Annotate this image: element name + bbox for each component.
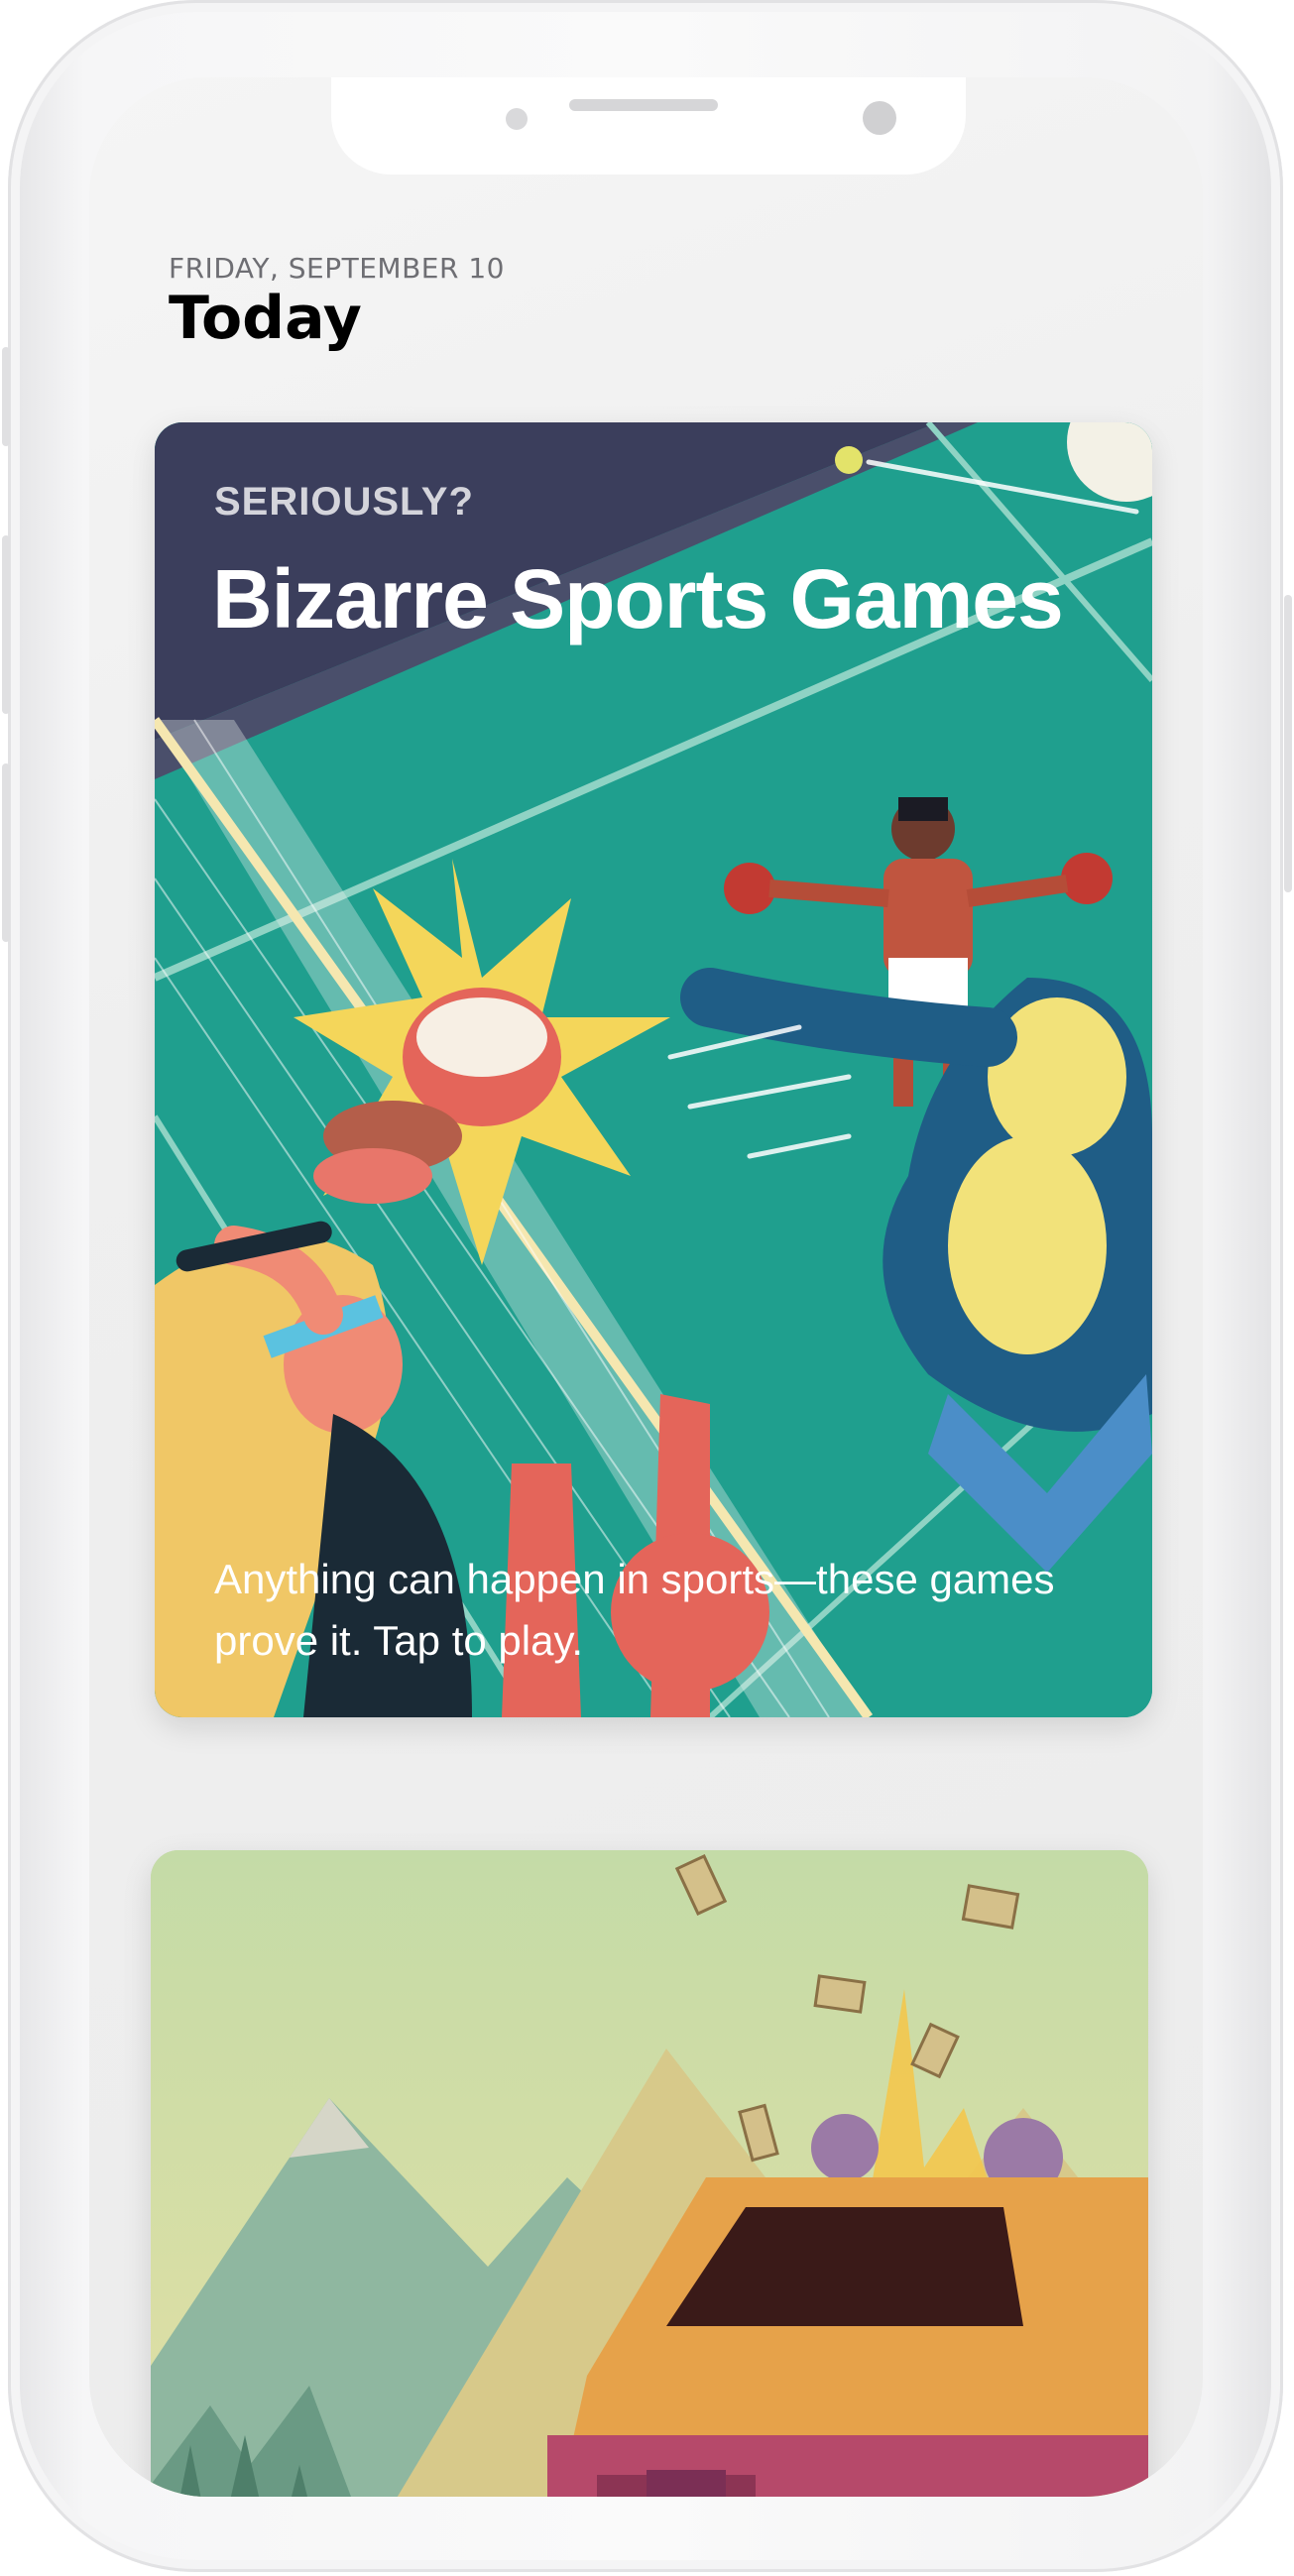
volume-down-button [2, 763, 10, 942]
silent-switch [2, 347, 10, 446]
earpiece-speaker [569, 99, 718, 111]
story-card-second[interactable] [151, 1850, 1148, 2497]
notch [331, 77, 966, 175]
mountain-van-illustration [151, 1850, 1148, 2497]
story-card-bizarre-sports[interactable]: SERIOUSLY? Bizarre Sports Games Anything… [155, 422, 1152, 1717]
card-eyebrow: SERIOUSLY? [214, 480, 474, 524]
proximity-sensor-icon [506, 108, 528, 130]
card-subtitle: Anything can happen in sports—these game… [214, 1556, 1055, 1664]
phone-screen: FRIDAY, SEPTEMBER 10 Today SERIOUSLY? Bi… [89, 77, 1203, 2497]
power-button [1284, 595, 1292, 892]
page-title: Today [169, 284, 362, 353]
card-title: Bizarre Sports Games [212, 552, 1064, 645]
volume-up-button [2, 535, 10, 714]
date-label: FRIDAY, SEPTEMBER 10 [169, 252, 505, 285]
front-camera-icon [863, 101, 896, 135]
